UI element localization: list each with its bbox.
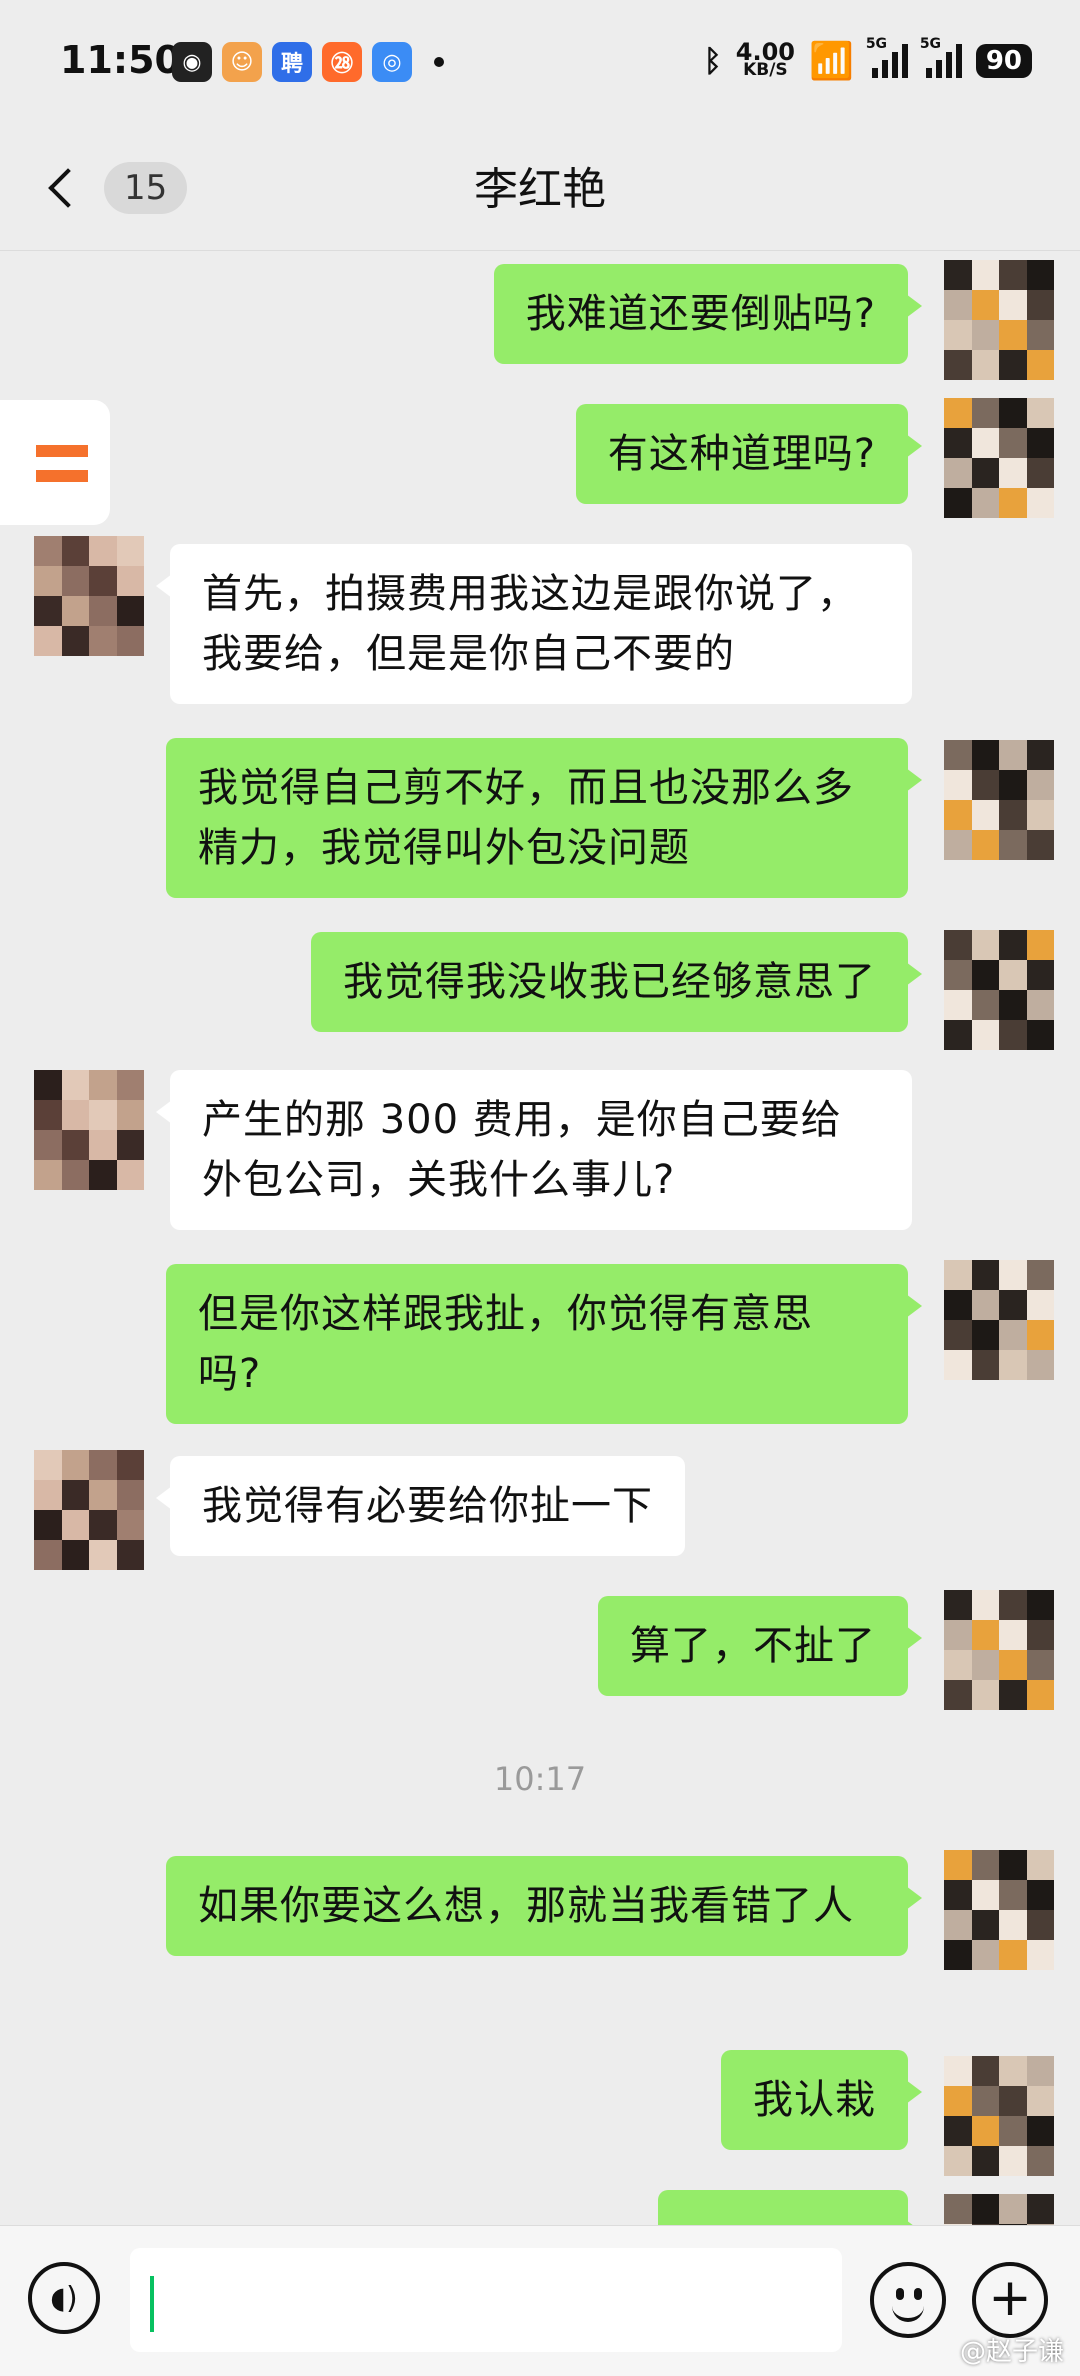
status-time: 11:50 <box>60 38 181 82</box>
message-input[interactable] <box>130 2248 842 2352</box>
browser-app-icon: ◎ <box>372 42 412 82</box>
message-bubble-sent[interactable]: 我觉得自己剪不好，而且也没那么多精力，我觉得叫外包没问题 <box>166 738 922 898</box>
zhipin-app-icon: 聘 <box>272 42 312 82</box>
voice-icon: ◖) <box>50 2280 78 2316</box>
my-avatar[interactable] <box>944 398 1054 518</box>
my-avatar[interactable] <box>944 260 1054 380</box>
my-avatar[interactable] <box>944 2056 1054 2176</box>
notification-icons: ◉ ☺ 聘 ㉘ ◎ <box>172 42 444 82</box>
message-bubble-sent[interactable]: 我认栽 <box>721 2050 922 2150</box>
cat-app-icon: ☺ <box>222 42 262 82</box>
net-speed: 4.00 KB/S <box>735 38 795 80</box>
watermark: @赵子谦 <box>959 2337 1064 2367</box>
contact-avatar[interactable] <box>34 536 144 656</box>
my-avatar[interactable] <box>944 1850 1054 1970</box>
panda-app-icon: ◉ <box>172 42 212 82</box>
contact-avatar[interactable] <box>34 1450 144 1570</box>
voice-button[interactable]: ◖) <box>28 2262 100 2334</box>
wifi-icon: 📶 <box>808 41 854 82</box>
my-avatar[interactable] <box>944 1260 1054 1380</box>
my-avatar[interactable] <box>944 2194 1054 2225</box>
chat-header: 15 李红艳 <box>0 125 1080 251</box>
message-bubble-sent[interactable]: 但是你这样跟我扯，你觉得有意思吗? <box>166 1264 922 1424</box>
my-avatar[interactable] <box>944 1590 1054 1710</box>
more-notifications-dot <box>434 57 444 67</box>
my-avatar[interactable] <box>944 930 1054 1050</box>
message-bubble-sent[interactable]: 有这种道理吗? <box>575 404 923 504</box>
floating-shortcut-icon[interactable] <box>0 400 110 525</box>
battery-icon: 90 <box>975 44 1032 78</box>
signal-icon-1: 5G <box>866 36 908 78</box>
boss-app-icon: ㉘ <box>322 42 362 82</box>
status-bar: 11:50 ◉ ☺ 聘 ㉘ ◎ ᛒ 4.00 KB/S 📶 5G 5G 90 <box>0 0 1080 125</box>
message-bubble-sent[interactable]: 算了，不扯了 <box>598 1596 922 1696</box>
plus-button[interactable]: + <box>972 2262 1048 2338</box>
text-cursor <box>150 2276 154 2332</box>
chat-title: 李红艳 <box>474 164 606 215</box>
message-bubble-sent[interactable]: 如果你要这么想，那就当我看错了人 <box>166 1856 922 1956</box>
message-bubble-received[interactable]: 首先，拍摄费用我这边是跟你说了，我要给，但是是你自己不要的 <box>156 544 912 704</box>
emoji-button[interactable] <box>870 2262 946 2338</box>
my-avatar[interactable] <box>944 740 1054 860</box>
emoji-icon <box>896 2288 904 2300</box>
time-divider: 10:17 <box>493 1760 587 1798</box>
bluetooth-icon: ᛒ <box>703 43 722 79</box>
contact-avatar[interactable] <box>34 1070 144 1190</box>
message-bubble-sent[interactable]: 我难道还要倒贴吗? <box>493 264 923 364</box>
message-bubble-sent[interactable] <box>658 2190 922 2225</box>
message-bubble-sent[interactable]: 我觉得我没收我已经够意思了 <box>311 932 922 1032</box>
message-bubble-received[interactable]: 产生的那 300 费用，是你自己要给外包公司，关我什么事儿? <box>156 1070 912 1230</box>
message-list[interactable]: 我难道还要倒贴吗? 有这种道理吗? 首先，拍摄费用我这边是跟你说了，我要给，但是… <box>0 250 1080 2225</box>
plus-icon: + <box>988 2268 1032 2328</box>
message-bubble-received[interactable]: 我觉得有必要给你扯一下 <box>156 1456 685 1556</box>
signal-icon-2: 5G <box>920 36 962 78</box>
chat-input-bar: ◖) + @赵子谦 <box>0 2225 1080 2376</box>
